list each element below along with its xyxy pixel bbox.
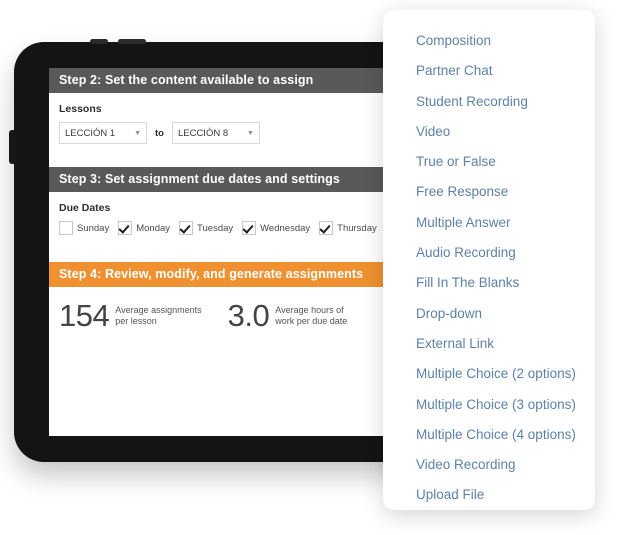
menu-item-student-recording[interactable]: Student Recording	[383, 87, 595, 117]
due-date-checkbox-thursday[interactable]: Thursday	[319, 221, 377, 235]
section-gap	[49, 251, 389, 262]
stat-caption-line: Average assignments	[115, 305, 202, 315]
step3-header: Step 3: Set assignment due dates and set…	[49, 167, 389, 192]
activity-type-menu[interactable]: Composition Partner Chat Student Recording…	[383, 10, 595, 510]
menu-item-fill-in-the-blanks[interactable]: Fill In The Blanks	[383, 268, 595, 298]
due-date-label: Monday	[136, 222, 171, 234]
due-dates-checkbox-row: SundayMondayTuesdayWednesdayThursdayFr	[59, 221, 389, 235]
due-date-checkbox-wednesday[interactable]: Wednesday	[242, 221, 310, 235]
menu-item-multiple-choice-4-options[interactable]: Multiple Choice (4 options)	[383, 420, 595, 450]
menu-item-audio-recording[interactable]: Audio Recording	[383, 238, 595, 268]
due-date-label: Wednesday	[260, 222, 311, 234]
lesson-to-value: LECCIÓN 8	[177, 127, 229, 139]
stat-value: 3.0	[227, 298, 270, 333]
stat-block: 154 Average assignments per lesson	[59, 298, 202, 333]
step4-body: 154 Average assignments per lesson 3.0 Avera…	[49, 287, 389, 436]
due-date-label: Sunday	[77, 222, 110, 234]
menu-item-multiple-choice-2-options[interactable]: Multiple Choice (2 options)	[383, 359, 595, 389]
section-gap	[49, 156, 389, 167]
checkbox-checked-icon[interactable]	[179, 221, 194, 235]
due-date-checkbox-sunday[interactable]: Sunday	[59, 221, 109, 235]
step3-body: Due Dates Sunday Monday Tuesday Wednesday Th…	[49, 192, 389, 251]
stat-value: 154	[59, 298, 110, 333]
step4-header: Step 4: Review, modify, and generate ass…	[49, 262, 389, 287]
chevron-down-icon: ▼	[247, 129, 254, 137]
stat-caption-line: Average hours of	[275, 305, 344, 315]
tablet-screen: Step 2: Set the content available to ass…	[49, 68, 389, 436]
due-date-label: Tuesday	[197, 222, 234, 234]
lesson-to-select[interactable]: LECCIÓN 8 ▼	[171, 122, 260, 144]
menu-item-video-recording[interactable]: Video Recording	[383, 450, 595, 480]
menu-item-partner-chat[interactable]: Partner Chat	[383, 56, 595, 86]
stat-caption: Average assignments per lesson	[115, 301, 201, 328]
due-dates-label: Due Dates	[59, 202, 111, 214]
menu-item-upload-file[interactable]: Upload File	[383, 480, 595, 510]
lesson-from-value: LECCIÓN 1	[65, 127, 116, 139]
due-date-label: Thursday	[337, 222, 377, 234]
tablet-top-button-power	[118, 39, 146, 44]
menu-item-multiple-answer[interactable]: Multiple Answer	[383, 208, 595, 238]
checkbox-checked-icon[interactable]	[319, 221, 334, 235]
lesson-from-select[interactable]: LECCIÓN 1 ▼	[59, 122, 147, 144]
tablet-device: Step 2: Set the content available to ass…	[9, 39, 414, 462]
stat-caption-line: work per due date	[275, 316, 348, 327]
activity-type-menu-list: Composition Partner Chat Student Recording…	[383, 26, 595, 510]
tablet-top-button-volume	[90, 39, 108, 44]
menu-item-multiple-choice-3-options[interactable]: Multiple Choice (3 options)	[383, 390, 595, 420]
due-date-checkbox-tuesday[interactable]: Tuesday	[179, 221, 233, 235]
stat-caption: Average hours of work per due date	[275, 301, 347, 328]
step2-header: Step 2: Set the content available to ass…	[49, 68, 389, 93]
checkbox-empty-icon[interactable]	[59, 221, 73, 235]
lesson-range-row: LECCIÓN 1 ▼ to LECCIÓN 8 ▼	[59, 122, 379, 144]
step2-body: Lessons LECCIÓN 1 ▼ to LECCIÓN 8 ▼	[49, 93, 389, 156]
menu-item-free-response[interactable]: Free Response	[383, 177, 595, 207]
menu-item-drop-down[interactable]: Drop-down	[383, 299, 595, 329]
menu-item-video[interactable]: Video	[383, 117, 595, 147]
range-to-label: to	[155, 127, 164, 139]
stat-caption-line: per lesson	[115, 316, 157, 327]
lessons-label: Lessons	[59, 103, 102, 115]
due-date-checkbox-monday[interactable]: Monday	[118, 221, 170, 235]
summary-stats: 154 Average assignments per lesson 3.0 Avera…	[59, 297, 379, 333]
menu-item-true-or-false[interactable]: True or False	[383, 147, 595, 177]
stat-block: 3.0 Average hours of work per due date	[227, 298, 348, 333]
menu-item-composition[interactable]: Composition	[383, 26, 595, 56]
checkbox-checked-icon[interactable]	[242, 221, 257, 235]
menu-item-external-link[interactable]: External Link	[383, 329, 595, 359]
chevron-down-icon: ▼	[134, 129, 141, 137]
tablet-side-button	[9, 130, 15, 164]
checkbox-checked-icon[interactable]	[118, 221, 133, 235]
